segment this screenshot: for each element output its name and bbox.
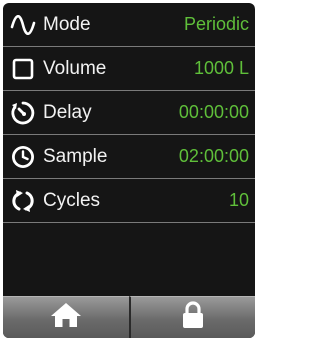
timer-icon [9, 99, 37, 127]
mode-value: Periodic [183, 14, 249, 34]
sine-wave-icon [9, 11, 37, 39]
lock-button[interactable] [129, 296, 255, 338]
lock-icon [181, 301, 205, 334]
cycles-label: Cycles [43, 189, 101, 211]
square-outline-icon [9, 55, 37, 83]
bottom-toolbar [3, 296, 255, 338]
cycles-value: 10 [228, 190, 249, 210]
device-screen: Mode Periodic Volume 1000 L Delay 00:00:… [3, 3, 255, 338]
delay-value: 00:00:00 [178, 102, 249, 122]
volume-value: 1000 L [193, 58, 249, 78]
sample-value: 02:00:00 [178, 146, 249, 166]
cycle-arrows-icon [9, 187, 37, 215]
delay-row[interactable]: Delay 00:00:00 [3, 91, 255, 135]
delay-label: Delay [43, 101, 92, 123]
settings-list: Mode Periodic Volume 1000 L Delay 00:00:… [3, 3, 255, 223]
volume-row[interactable]: Volume 1000 L [3, 47, 255, 91]
volume-label: Volume [43, 57, 107, 79]
clock-icon [9, 143, 37, 171]
home-button[interactable] [3, 296, 129, 338]
sample-row[interactable]: Sample 02:00:00 [3, 135, 255, 179]
sample-label: Sample [43, 145, 108, 167]
cycles-row[interactable]: Cycles 10 [3, 179, 255, 223]
mode-row[interactable]: Mode Periodic [3, 3, 255, 47]
mode-label: Mode [43, 13, 91, 35]
home-icon [50, 302, 82, 333]
